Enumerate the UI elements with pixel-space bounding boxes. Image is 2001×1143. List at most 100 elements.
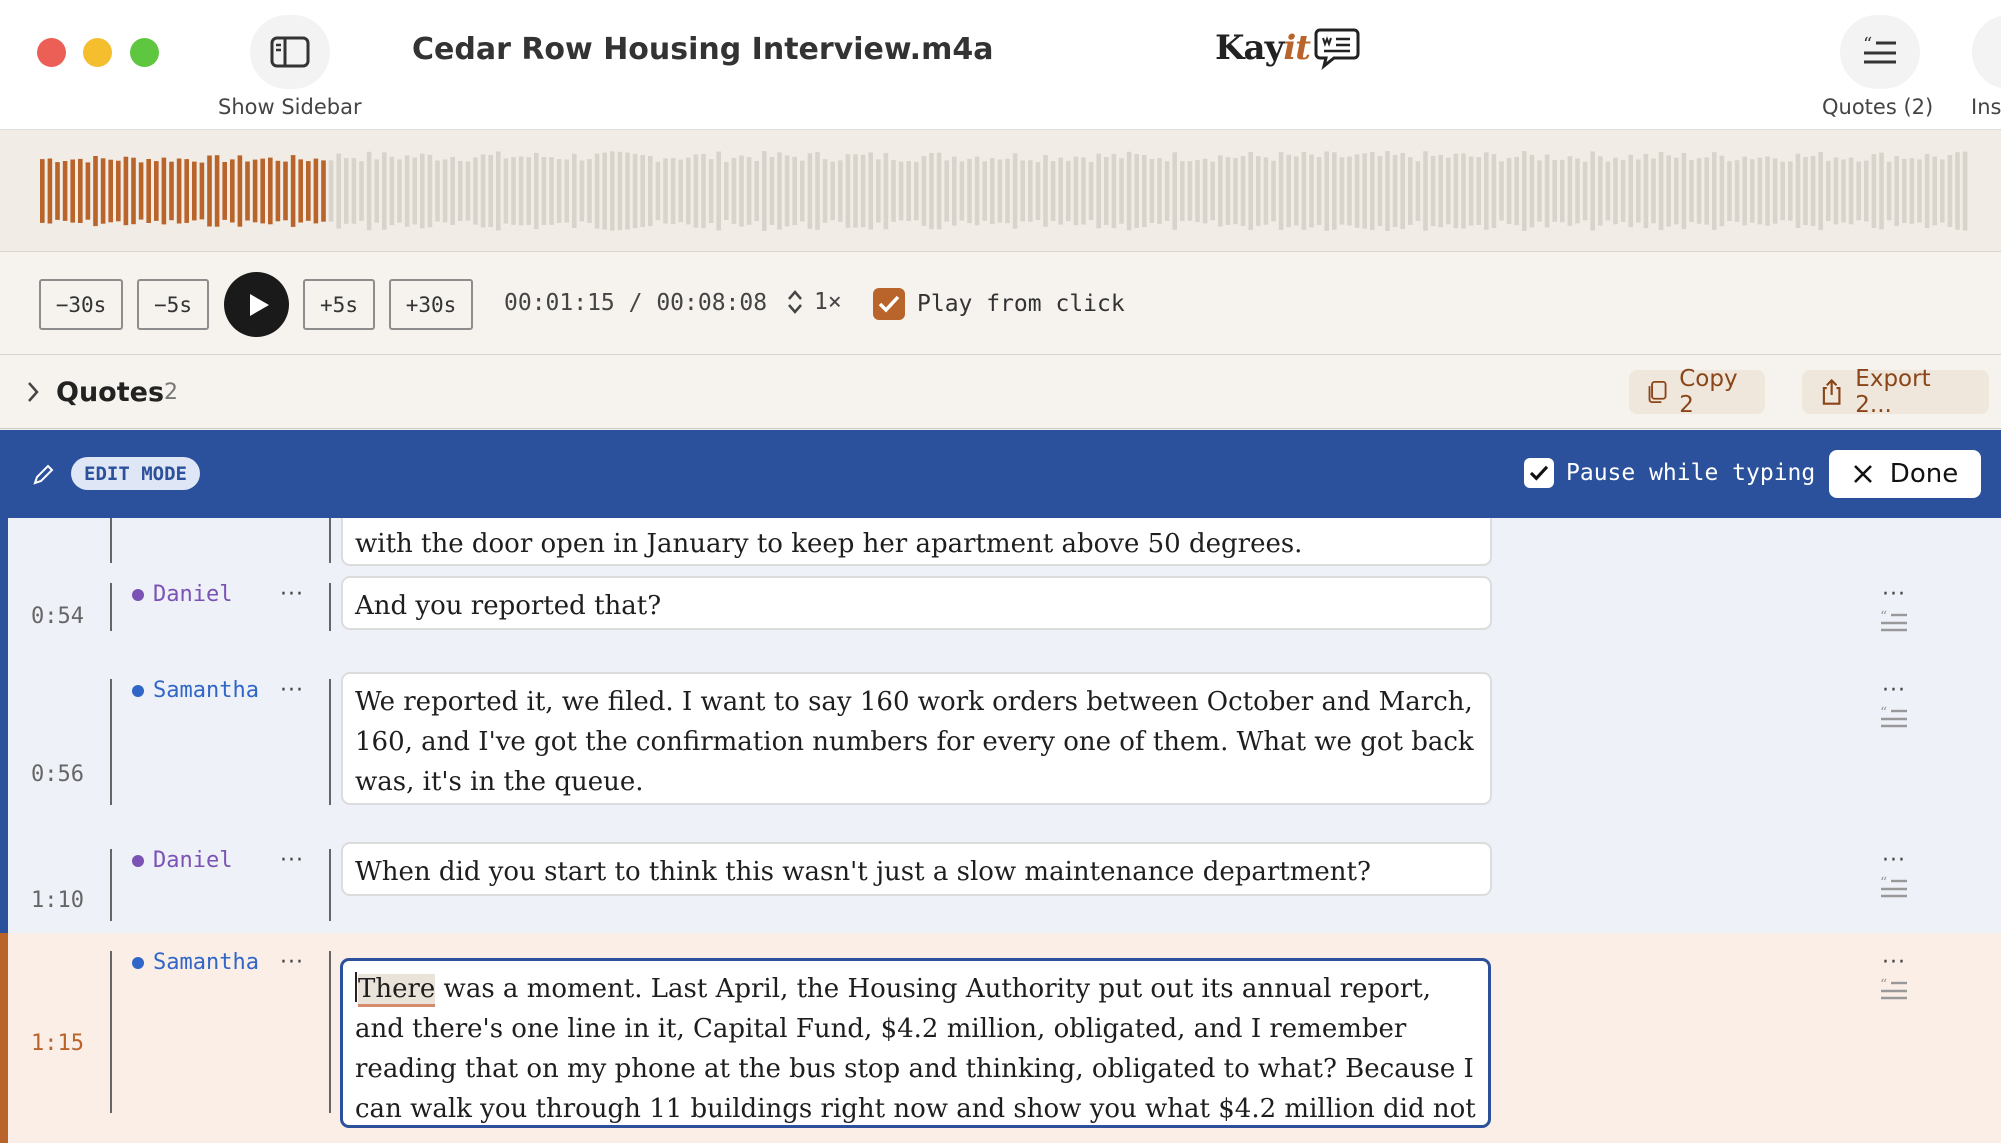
speaker-label[interactable]: Daniel xyxy=(132,582,232,607)
waveform-bar xyxy=(670,158,676,224)
waveform-bar xyxy=(1582,161,1588,221)
waveform-bar xyxy=(1932,156,1937,226)
speaker-more-button[interactable]: ··· xyxy=(280,950,304,975)
skip-back-5-button[interactable]: −5s xyxy=(137,279,209,330)
speaker-more-button[interactable]: ··· xyxy=(280,678,304,703)
segment-actions: ··· “ xyxy=(1874,680,1914,730)
waveform-scrubber[interactable] xyxy=(0,130,2001,252)
waveform-bar xyxy=(1590,151,1595,231)
waveform-bar xyxy=(625,152,630,230)
speaker-more-button[interactable]: ··· xyxy=(280,848,304,873)
waveform-bar-played xyxy=(283,161,288,221)
show-sidebar-button[interactable] xyxy=(250,15,330,89)
segment-divider xyxy=(329,583,331,631)
segment-actions: ··· “ xyxy=(1874,952,1914,1002)
copy-quotes-button[interactable]: Copy 2 xyxy=(1629,366,1765,418)
waveform-bar xyxy=(1803,157,1808,225)
segment-text-editor[interactable]: There was a moment. Last April, the Hous… xyxy=(340,958,1491,1128)
play-from-click-checkbox[interactable] xyxy=(873,288,905,320)
waveform-bar xyxy=(1962,151,1968,231)
waveform-bar xyxy=(1240,156,1246,226)
segment-timestamp[interactable]: 1:10 xyxy=(31,888,84,913)
waveform-bar-played xyxy=(199,162,205,220)
waveform-bar xyxy=(1278,152,1284,230)
waveform-bar-played xyxy=(184,159,189,223)
segment-text[interactable]: When did you start to think this wasn't … xyxy=(341,842,1492,896)
waveform[interactable] xyxy=(0,130,2001,252)
waveform-bar xyxy=(1423,151,1428,231)
waveform-bar xyxy=(1484,152,1489,230)
add-quote-icon[interactable]: “ xyxy=(1880,978,1908,1002)
waveform-bar xyxy=(1256,156,1261,226)
waveform-bar xyxy=(556,159,562,223)
waveform-bar xyxy=(678,159,683,223)
waveform-bar xyxy=(716,151,721,231)
add-quote-icon[interactable]: “ xyxy=(1880,876,1908,900)
waveform-bar xyxy=(1795,153,1801,229)
close-window-button[interactable] xyxy=(37,38,66,67)
segment-more-button[interactable]: ··· xyxy=(1882,680,1906,702)
add-quote-icon[interactable]: “ xyxy=(1880,610,1908,634)
segment-timestamp[interactable]: 0:56 xyxy=(31,762,84,787)
waveform-bar xyxy=(1651,158,1656,224)
waveform-bar xyxy=(1848,157,1854,225)
export-quotes-button[interactable]: Export 2... xyxy=(1802,366,1989,418)
speaker-label[interactable]: Samantha xyxy=(132,678,259,703)
time-readout: 00:01:15 / 00:08:08 xyxy=(504,290,768,316)
pause-while-typing-toggle[interactable]: Pause while typing xyxy=(1524,458,1815,488)
playback-rate-stepper[interactable]: 1× xyxy=(786,288,842,316)
pause-while-typing-checkbox[interactable] xyxy=(1524,458,1554,488)
waveform-bar xyxy=(617,151,623,231)
waveform-bar xyxy=(1385,151,1390,231)
transcript-list: There's a woman in building nine. She's … xyxy=(0,518,2001,1143)
waveform-bar xyxy=(1286,154,1291,228)
waveform-bar xyxy=(458,161,463,221)
waveform-bar xyxy=(404,155,410,227)
pencil-icon xyxy=(33,464,54,485)
play-from-click-toggle[interactable]: Play from click xyxy=(873,288,1125,320)
speaker-more-button[interactable]: ··· xyxy=(280,582,304,607)
segment-text[interactable]: There's a woman in building nine. She's … xyxy=(341,518,1492,566)
waveform-bar xyxy=(1613,157,1618,225)
zoom-window-button[interactable] xyxy=(130,38,159,67)
waveform-bar xyxy=(1902,158,1907,223)
speaker-label[interactable]: Daniel xyxy=(132,848,232,873)
play-button[interactable] xyxy=(224,272,289,337)
waveform-bar xyxy=(1309,154,1314,228)
speaker-label[interactable]: Samantha xyxy=(132,950,259,975)
waveform-bar xyxy=(526,157,531,225)
copy-quotes-label: Copy 2 xyxy=(1679,366,1738,418)
segment-more-button[interactable]: ··· xyxy=(1882,850,1906,872)
waveform-bar xyxy=(1879,152,1884,230)
inspector-button[interactable] xyxy=(1972,15,2001,89)
quotes-toolbar-button[interactable]: “ xyxy=(1840,15,1920,89)
waveform-bar-played xyxy=(116,160,121,222)
minimize-window-button[interactable] xyxy=(83,38,112,67)
segment-actions: ··· “ xyxy=(1874,850,1914,900)
waveform-bar-played xyxy=(123,156,129,226)
waveform-bar xyxy=(496,151,501,231)
skip-forward-5-button[interactable]: +5s xyxy=(303,279,375,330)
waveform-bar xyxy=(868,152,873,230)
quotes-title[interactable]: Quotes xyxy=(56,377,164,408)
segment-text[interactable]: We reported it, we filed. I want to say … xyxy=(341,672,1492,805)
skip-forward-30-button[interactable]: +30s xyxy=(389,279,473,330)
done-button[interactable]: Done xyxy=(1829,450,1981,498)
segment-more-button[interactable]: ··· xyxy=(1882,952,1906,974)
waveform-bar xyxy=(1324,151,1329,231)
segment-timestamp[interactable]: 0:54 xyxy=(31,604,84,629)
chevron-right-icon[interactable] xyxy=(26,381,40,403)
segment-text[interactable]: And you reported that? xyxy=(341,576,1492,630)
segment-more-button[interactable]: ··· xyxy=(1882,584,1906,606)
waveform-bar xyxy=(1468,156,1474,226)
segment-divider xyxy=(329,951,331,1113)
current-word[interactable]: There xyxy=(358,974,436,1007)
waveform-bar xyxy=(1537,160,1542,222)
segment-timestamp[interactable]: 1:15 xyxy=(31,1031,84,1056)
waveform-bar xyxy=(1088,161,1094,221)
add-quote-icon[interactable]: “ xyxy=(1880,706,1908,730)
waveform-bar xyxy=(602,152,607,230)
transport-controls: −30s −5s +5s +30s 00:01:15 / 00:08:08 1×… xyxy=(0,252,2001,355)
waveform-bar xyxy=(990,158,995,224)
skip-back-30-button[interactable]: −30s xyxy=(39,279,123,330)
